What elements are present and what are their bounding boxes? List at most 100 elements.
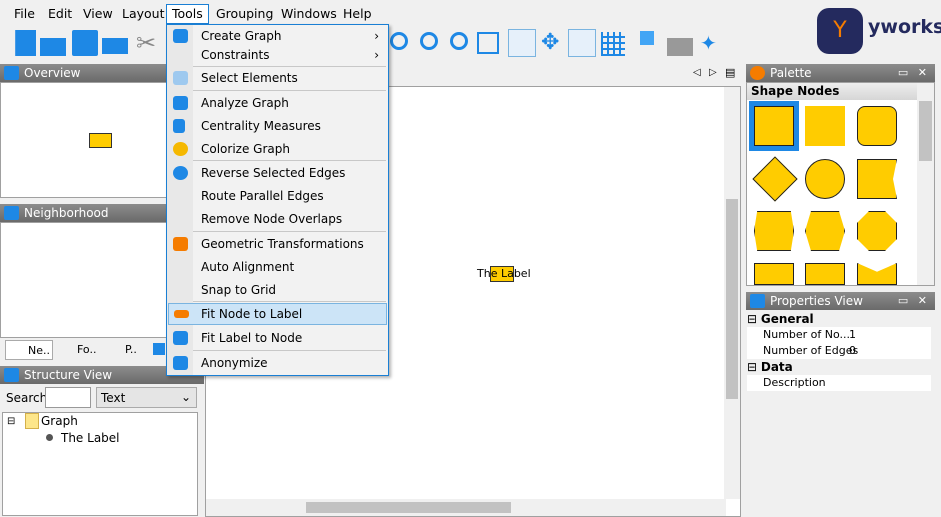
binoculars-icon	[173, 71, 188, 85]
edit-mode-icon[interactable]	[508, 29, 536, 57]
export-icon[interactable]	[667, 38, 693, 56]
open-icon[interactable]	[40, 38, 66, 56]
tab-prev-icon[interactable]: ◁	[693, 67, 701, 78]
shape-hexagon[interactable]	[754, 211, 794, 251]
structure-tree: ⊟ Graph The Label	[2, 412, 198, 516]
cut-icon[interactable]: ✂	[136, 30, 162, 56]
shape-ellipse[interactable]	[805, 159, 845, 199]
yworks-wordmark: yworks	[868, 16, 941, 38]
menu-item-snap-grid[interactable]: Snap to Grid	[168, 279, 387, 301]
filter-value: Text	[101, 391, 126, 405]
shape-star[interactable]	[857, 263, 897, 285]
properties-title: Properties View	[770, 294, 863, 308]
tab-p[interactable]: P..	[105, 343, 137, 356]
menu-tools[interactable]: Tools	[166, 4, 209, 24]
menu-item-analyze-graph[interactable]: Analyze Graph	[168, 92, 387, 114]
magic-wand-icon[interactable]: ✦	[700, 30, 726, 56]
move-icon[interactable]: ✥	[541, 30, 567, 56]
label-edit-icon[interactable]	[640, 31, 654, 45]
menu-item-route-parallel[interactable]: Route Parallel Edges	[168, 185, 387, 207]
group-title: Data	[760, 360, 793, 374]
tab-next-icon[interactable]: ▷	[709, 67, 717, 78]
menu-item-fit-node-to-label[interactable]: Fit Node to Label	[168, 303, 387, 325]
fit-label-icon	[173, 331, 188, 345]
print-icon[interactable]	[102, 38, 128, 54]
panel-controls[interactable]: ▭ ✕	[898, 292, 930, 310]
property-row[interactable]: Number of No... 1	[747, 327, 931, 343]
menu-layout[interactable]: Layout	[117, 5, 170, 22]
palette-scrollbar[interactable]	[917, 83, 934, 285]
menu-edit[interactable]: Edit	[43, 5, 77, 22]
tree-item-label[interactable]: The Label	[61, 431, 120, 445]
menu-item-anonymize[interactable]: Anonymize	[168, 352, 387, 374]
overview-title: Overview	[24, 66, 81, 80]
grid-icon[interactable]	[601, 32, 625, 56]
property-group-general[interactable]: ⊟ General	[747, 311, 931, 327]
menu-help[interactable]: Help	[338, 5, 377, 22]
shape-octagon[interactable]	[857, 211, 897, 251]
overview-node	[89, 133, 112, 148]
shape-banner[interactable]	[857, 159, 897, 199]
vertical-scroll-thumb[interactable]	[726, 199, 738, 399]
shape-rectangle[interactable]	[754, 106, 794, 146]
shape-hexagon-wide[interactable]	[805, 211, 845, 251]
colorize-icon	[173, 142, 188, 156]
palette-section-title: Shape Nodes	[751, 84, 840, 98]
node-label[interactable]: The Label	[477, 267, 531, 280]
menu-item-reverse-edges[interactable]: Reverse Selected Edges	[168, 162, 387, 184]
neighborhood-title: Neighborhood	[24, 206, 109, 220]
fit-content-icon[interactable]	[477, 32, 499, 54]
menu-item-remove-overlaps[interactable]: Remove Node Overlaps	[168, 208, 387, 230]
property-value: 1	[849, 328, 856, 341]
horizontal-scroll-thumb[interactable]	[306, 502, 511, 513]
reverse-icon	[173, 166, 188, 180]
new-document-icon[interactable]	[15, 30, 36, 56]
shape-partial-1[interactable]	[754, 263, 794, 285]
panel-controls[interactable]: ▭ ✕	[898, 64, 930, 82]
palette-section-header[interactable]: Shape Nodes	[747, 83, 917, 100]
collapse-icon[interactable]: ⊟	[7, 416, 15, 427]
property-row[interactable]: Number of Edges 0	[747, 343, 931, 359]
menu-grouping[interactable]: Grouping	[211, 5, 278, 22]
menu-item-geometric[interactable]: Geometric Transformations	[168, 233, 387, 255]
menu-item-constraints[interactable]: Constraints ›	[168, 44, 387, 66]
orthogonal-edge-icon[interactable]	[568, 29, 596, 57]
shape-rectangle-flat[interactable]	[805, 106, 845, 146]
vertical-scrollbar[interactable]	[724, 87, 740, 499]
palette-icon	[750, 66, 765, 80]
property-group-data[interactable]: ⊟ Data	[747, 359, 931, 375]
menu-item-colorize[interactable]: Colorize Graph	[168, 138, 387, 160]
chevron-down-icon: ⌄	[180, 390, 191, 404]
property-key: Number of No...	[763, 328, 851, 341]
tab-list-icon[interactable]: ▤	[725, 66, 735, 79]
menu-item-fit-label-to-node[interactable]: Fit Label to Node	[168, 327, 387, 349]
shape-rounded-rectangle[interactable]	[857, 106, 897, 146]
property-row[interactable]: Description	[747, 375, 931, 391]
menu-file[interactable]: File	[9, 5, 40, 22]
menu-item-select-elements[interactable]: Select Elements	[168, 67, 387, 89]
filter-select[interactable]: Text ⌄	[96, 387, 197, 408]
tab-folding[interactable]: Fo..	[57, 343, 96, 356]
tab-more[interactable]	[153, 343, 165, 355]
menu-view[interactable]: View	[78, 5, 118, 22]
palette-scroll-thumb[interactable]	[919, 101, 932, 161]
menu-windows[interactable]: Windows	[276, 5, 342, 22]
menu-item-centrality[interactable]: Centrality Measures	[168, 115, 387, 137]
save-icon[interactable]	[72, 30, 98, 56]
gears-icon	[173, 29, 188, 43]
yworks-logo: Y	[817, 8, 863, 54]
folder-icon	[25, 413, 39, 429]
search-input[interactable]	[45, 387, 91, 408]
horizontal-scrollbar[interactable]	[206, 499, 726, 516]
group-title: General	[760, 312, 814, 326]
shape-diamond[interactable]	[752, 156, 798, 202]
shape-partial-2[interactable]	[805, 263, 845, 285]
zoom-out-icon[interactable]	[450, 32, 468, 50]
tree-item-graph[interactable]: Graph	[41, 414, 78, 428]
zoom-in-icon[interactable]	[420, 32, 438, 50]
menu-item-auto-alignment[interactable]: Auto Alignment	[168, 256, 387, 278]
zoom-original-icon[interactable]	[390, 32, 408, 50]
palette-header: Palette ▭ ✕	[746, 64, 935, 82]
structure-title: Structure View	[24, 368, 113, 382]
tab-neighborhood[interactable]: Ne..	[5, 340, 53, 360]
